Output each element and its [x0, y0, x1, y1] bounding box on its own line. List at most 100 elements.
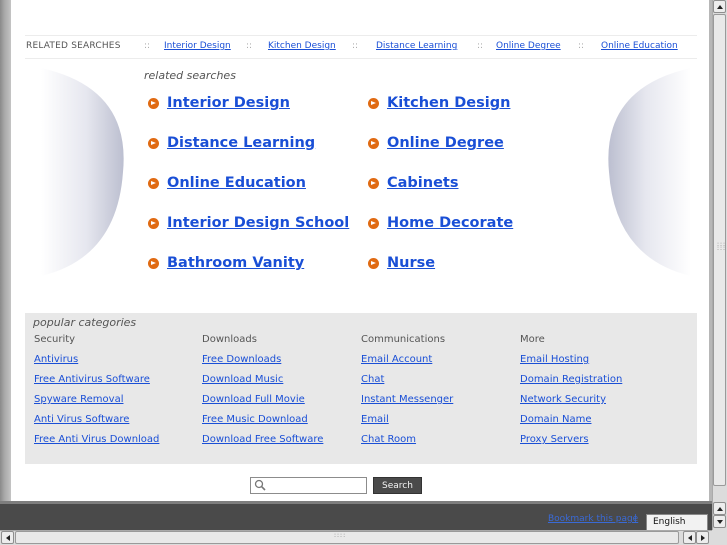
left-arc-decoration [41, 68, 124, 276]
related-link-nurse[interactable]: Nurse [387, 255, 435, 271]
category-column-security: Security Antivirus Free Antivirus Softwa… [34, 334, 159, 454]
arrow-circle-icon [368, 137, 379, 149]
vertical-scrollbar[interactable]: :::::: [712, 0, 727, 530]
category-heading: Communications [361, 334, 446, 345]
arrow-circle-icon [148, 177, 159, 189]
related-link-distance-learning[interactable]: Distance Learning [167, 135, 315, 151]
related-item: Kitchen Design [368, 93, 510, 113]
grip-icon: :::::: [717, 241, 727, 252]
category-link[interactable]: Free Downloads [202, 354, 323, 374]
related-link-online-degree[interactable]: Online Degree [387, 135, 504, 151]
category-heading: More [520, 334, 545, 345]
category-link[interactable]: Chat [361, 374, 453, 394]
related-link-cabinets[interactable]: Cabinets [387, 175, 459, 191]
category-link[interactable]: Email Hosting [520, 354, 622, 374]
related-link-online-education[interactable]: Online Education [167, 175, 306, 191]
arrow-left-icon [688, 535, 692, 541]
category-link[interactable]: Proxy Servers [520, 434, 622, 454]
category-link[interactable]: Email Account [361, 354, 453, 374]
arrow-left-icon [6, 535, 10, 541]
category-heading: Security [34, 334, 76, 345]
related-item: Nurse [368, 253, 435, 273]
related-item: Interior Design [148, 93, 290, 113]
top-link-online-education[interactable]: Online Education [601, 41, 678, 51]
vertical-scroll-thumb[interactable]: :::::: [713, 14, 726, 486]
related-item: Online Degree [368, 133, 504, 153]
right-arc-decoration [608, 68, 691, 276]
bookmark-separator: | [634, 514, 638, 524]
top-link-interior-design[interactable]: Interior Design [164, 41, 231, 51]
related-link-home-decorate[interactable]: Home Decorate [387, 215, 513, 231]
top-link-kitchen-design[interactable]: Kitchen Design [268, 41, 336, 51]
category-link[interactable]: Free Antivirus Software [34, 374, 159, 394]
scroll-left-button-right[interactable] [683, 531, 696, 544]
top-link-distance-learning[interactable]: Distance Learning [376, 41, 457, 51]
related-searches-title: related searches [144, 69, 236, 82]
category-link[interactable]: Free Anti Virus Download [34, 434, 159, 454]
top-link-online-degree[interactable]: Online Degree [496, 41, 561, 51]
arrow-circle-icon [368, 217, 379, 229]
language-select[interactable]: English [646, 514, 708, 531]
related-searches-label: RELATED SEARCHES [26, 41, 121, 51]
category-link[interactable]: Anti Virus Software [34, 414, 159, 434]
horizontal-scroll-thumb[interactable]: :::: [15, 531, 679, 544]
category-column-downloads: Downloads Free Downloads Download Music … [202, 334, 323, 454]
scroll-up-button-lower[interactable] [713, 502, 726, 515]
related-link-interior-design-school[interactable]: Interior Design School [167, 215, 349, 231]
category-link[interactable]: Download Music [202, 374, 323, 394]
scroll-up-button[interactable] [713, 0, 726, 13]
separator: :: [144, 41, 151, 51]
arrow-right-icon [701, 535, 705, 541]
category-heading: Downloads [202, 334, 257, 345]
popular-categories-title: popular categories [33, 316, 137, 329]
grip-icon: :::: [334, 532, 347, 539]
arrow-circle-icon [368, 257, 379, 269]
scrollbar-corner [712, 530, 727, 545]
category-link[interactable]: Antivirus [34, 354, 159, 374]
category-link[interactable]: Spyware Removal [34, 394, 159, 414]
related-link-bathroom-vanity[interactable]: Bathroom Vanity [167, 255, 304, 271]
related-item: Interior Design School [148, 213, 349, 233]
category-link[interactable]: Email [361, 414, 453, 434]
category-link[interactable]: Download Free Software [202, 434, 323, 454]
arrow-up-icon [717, 507, 723, 511]
scroll-right-button[interactable] [696, 531, 709, 544]
category-column-communications: Communications Email Account Chat Instan… [361, 334, 453, 454]
related-link-interior-design[interactable]: Interior Design [167, 95, 290, 111]
category-link[interactable]: Network Security [520, 394, 622, 414]
bookmark-link[interactable]: Bookmark this page [548, 514, 638, 524]
left-gutter [0, 0, 11, 501]
top-related-searches-bar: RELATED SEARCHES :: Interior Design :: K… [25, 35, 697, 59]
category-column-more: More Email Hosting Domain Registration N… [520, 334, 622, 454]
related-item: Online Education [148, 173, 306, 193]
magnifier-icon [254, 479, 266, 491]
page-content: RELATED SEARCHES :: Interior Design :: K… [11, 0, 709, 501]
arrow-circle-icon [368, 177, 379, 189]
related-link-kitchen-design[interactable]: Kitchen Design [387, 95, 510, 111]
related-item: Cabinets [368, 173, 459, 193]
search-button[interactable]: Search [373, 477, 422, 494]
separator: :: [246, 41, 253, 51]
popular-categories-panel: popular categories Security Antivirus Fr… [25, 313, 697, 464]
horizontal-scrollbar[interactable]: :::: [0, 530, 712, 545]
scroll-down-button[interactable] [713, 515, 726, 528]
separator: :: [578, 41, 585, 51]
category-link[interactable]: Free Music Download [202, 414, 323, 434]
arrow-circle-icon [148, 137, 159, 149]
scroll-left-button[interactable] [1, 531, 14, 544]
arrow-circle-icon [148, 97, 159, 109]
category-link[interactable]: Instant Messenger [361, 394, 453, 414]
arrow-circle-icon [368, 97, 379, 109]
separator: :: [352, 41, 359, 51]
search-input[interactable] [250, 477, 367, 494]
arrow-circle-icon [148, 217, 159, 229]
category-link[interactable]: Chat Room [361, 434, 453, 454]
related-item: Bathroom Vanity [148, 253, 304, 273]
category-link[interactable]: Download Full Movie [202, 394, 323, 414]
category-link[interactable]: Domain Registration [520, 374, 622, 394]
arrow-up-icon [717, 5, 723, 9]
category-link[interactable]: Domain Name [520, 414, 622, 434]
related-item: Distance Learning [148, 133, 315, 153]
separator: :: [477, 41, 484, 51]
arrow-down-icon [717, 520, 723, 524]
